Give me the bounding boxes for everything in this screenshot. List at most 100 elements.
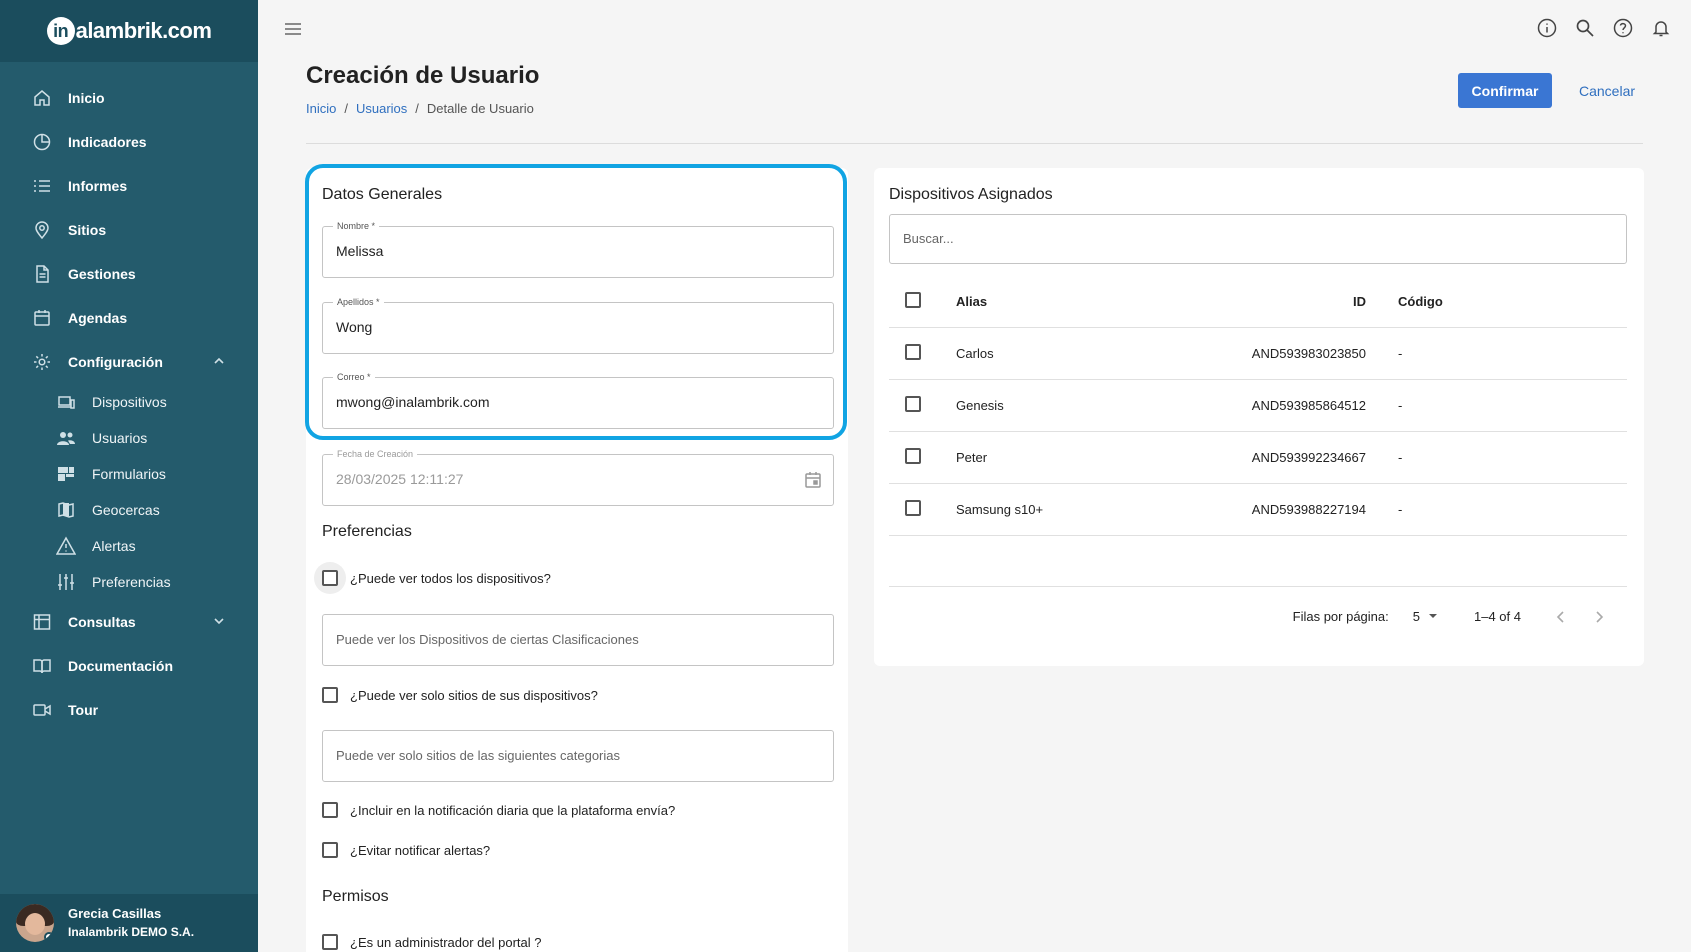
column-header-id[interactable]: ID [1196,294,1366,309]
confirm-button[interactable]: Confirmar [1458,73,1552,108]
is-admin-checkbox[interactable]: ¿Es un administrador del portal ? [322,926,541,952]
next-page-icon[interactable] [1589,607,1609,627]
devices-search-field[interactable] [889,214,1627,264]
classifications-field[interactable] [322,614,834,666]
sidebar-subitem-alertas[interactable]: Alertas [0,528,258,564]
categories-field[interactable] [322,730,834,782]
checkbox-label: ¿Incluir en la notificación diaria que l… [350,802,676,818]
classifications-input[interactable] [336,632,816,647]
sidebar-subitem-formularios[interactable]: Formularios [0,456,258,492]
sidebar-item-label: Tour [68,702,99,718]
info-icon[interactable] [1537,18,1557,38]
nombre-field[interactable]: Nombre * [322,220,834,278]
sidebar-subitem-dispositivos[interactable]: Dispositivos [0,384,258,420]
sidebar-item-label: Consultas [68,614,136,630]
correo-field[interactable]: Correo * [322,371,834,429]
row-checkbox[interactable] [905,396,921,412]
sidebar-subitem-label: Alertas [92,538,136,554]
sidebar-nav: Inicio Indicadores Informes Sitios Gesti… [0,62,258,732]
forms-icon [56,464,76,484]
sidebar-item-consultas[interactable]: Consultas [0,600,258,644]
prev-page-icon[interactable] [1551,607,1571,627]
select-all-checkbox[interactable] [905,292,921,308]
checkbox-label: ¿Es un administrador del portal ? [350,934,542,950]
checkbox[interactable] [322,802,338,818]
cell-id: AND593992234667 [1251,450,1366,465]
permissions-section-title: Permisos [322,888,389,905]
user-org: Inalambrik DEMO S.A. [68,925,195,939]
bell-icon[interactable] [1651,18,1671,38]
home-icon [32,88,52,108]
column-header-code[interactable]: Código [1366,294,1516,309]
devices-search-input[interactable] [903,231,1603,246]
breadcrumb-inicio[interactable]: Inicio [306,101,336,116]
checkbox[interactable] [322,570,338,586]
sidebar-item-gestiones[interactable]: Gestiones [0,252,258,296]
cell-alias: Carlos [956,346,994,361]
menu-icon[interactable] [284,20,302,38]
sidebar-item-label: Documentación [68,658,174,674]
row-checkbox[interactable] [905,500,921,516]
cell-id: AND593988227194 [1251,502,1366,517]
daily-notification-checkbox[interactable]: ¿Incluir en la notificación diaria que l… [322,794,675,826]
sidebar-item-documentacion[interactable]: Documentación [0,644,258,688]
user-name: Grecia Casillas [68,906,162,921]
devices-table: Alias ID Código Carlos AND593983023850 -… [889,276,1627,536]
sidebar-item-sitios[interactable]: Sitios [0,208,258,252]
search-icon[interactable] [1575,18,1595,38]
apellidos-field[interactable]: Apellidos * [322,296,834,354]
correo-input[interactable] [336,394,796,410]
chevron-down-icon[interactable] [212,614,226,631]
help-icon[interactable] [1613,18,1633,38]
sidebar-item-informes[interactable]: Informes [0,164,258,208]
cancel-button[interactable]: Cancelar [1572,73,1642,108]
calendar-icon [32,308,52,328]
cell-alias: Genesis [956,398,1004,413]
row-checkbox[interactable] [905,344,921,360]
header-divider [306,143,1643,144]
breadcrumb-usuarios[interactable]: Usuarios [356,101,407,116]
breadcrumb-separator: / [344,101,348,116]
sidebar-item-inicio[interactable]: Inicio [0,76,258,120]
breadcrumb-separator: / [415,101,419,116]
table-row[interactable]: Carlos AND593983023850 - [889,328,1627,380]
sidebar-subitem-label: Formularios [92,466,166,482]
table-row[interactable]: Genesis AND593985864512 - [889,380,1627,432]
sliders-icon [56,572,76,592]
categories-input[interactable] [336,748,816,763]
avoid-alerts-checkbox[interactable]: ¿Evitar notificar alertas? [322,834,490,866]
location-pin-icon [32,220,52,240]
column-header-alias[interactable]: Alias [956,294,1196,309]
video-icon [32,700,52,720]
nombre-input[interactable] [336,243,796,259]
sidebar-item-agendas[interactable]: Agendas [0,296,258,340]
table-row[interactable]: Samsung s10+ AND593988227194 - [889,484,1627,536]
chevron-up-icon[interactable] [212,354,226,371]
checkbox[interactable] [322,842,338,858]
sidebar-subitem-preferencias[interactable]: Preferencias [0,564,258,600]
sidebar-item-indicadores[interactable]: Indicadores [0,120,258,164]
document-icon [32,264,52,284]
sidebar: in alambrik.com Inicio Indicadores Infor… [0,0,258,952]
sidebar-subitem-label: Usuarios [92,430,148,446]
cell-code: - [1398,398,1403,413]
breadcrumb: Inicio / Usuarios / Detalle de Usuario [306,101,534,116]
checkbox[interactable] [322,687,338,703]
apellidos-input[interactable] [336,319,796,335]
checkbox[interactable] [322,934,338,950]
row-checkbox[interactable] [905,448,921,464]
preferences-section-title: Preferencias [322,523,412,540]
user-profile[interactable]: Grecia Casillas Inalambrik DEMO S.A. [0,894,258,952]
rows-per-page-select[interactable]: 5 [1413,609,1438,624]
can-see-all-devices-checkbox[interactable]: ¿Puede ver todos los dispositivos? [314,562,551,594]
sidebar-subitem-geocercas[interactable]: Geocercas [0,492,258,528]
sidebar-item-tour[interactable]: Tour [0,688,258,732]
sidebar-subitem-usuarios[interactable]: Usuarios [0,420,258,456]
app-logo[interactable]: in alambrik.com [46,17,212,45]
sidebar-item-label: Informes [68,178,128,194]
sidebar-item-label: Configuración [68,354,163,370]
table-row[interactable]: Peter AND593992234667 - [889,432,1627,484]
sidebar-item-configuracion[interactable]: Configuración [0,340,258,384]
own-sites-checkbox[interactable]: ¿Puede ver solo sitios de sus dispositiv… [322,679,598,711]
checkbox-label: ¿Puede ver todos los dispositivos? [350,570,551,586]
